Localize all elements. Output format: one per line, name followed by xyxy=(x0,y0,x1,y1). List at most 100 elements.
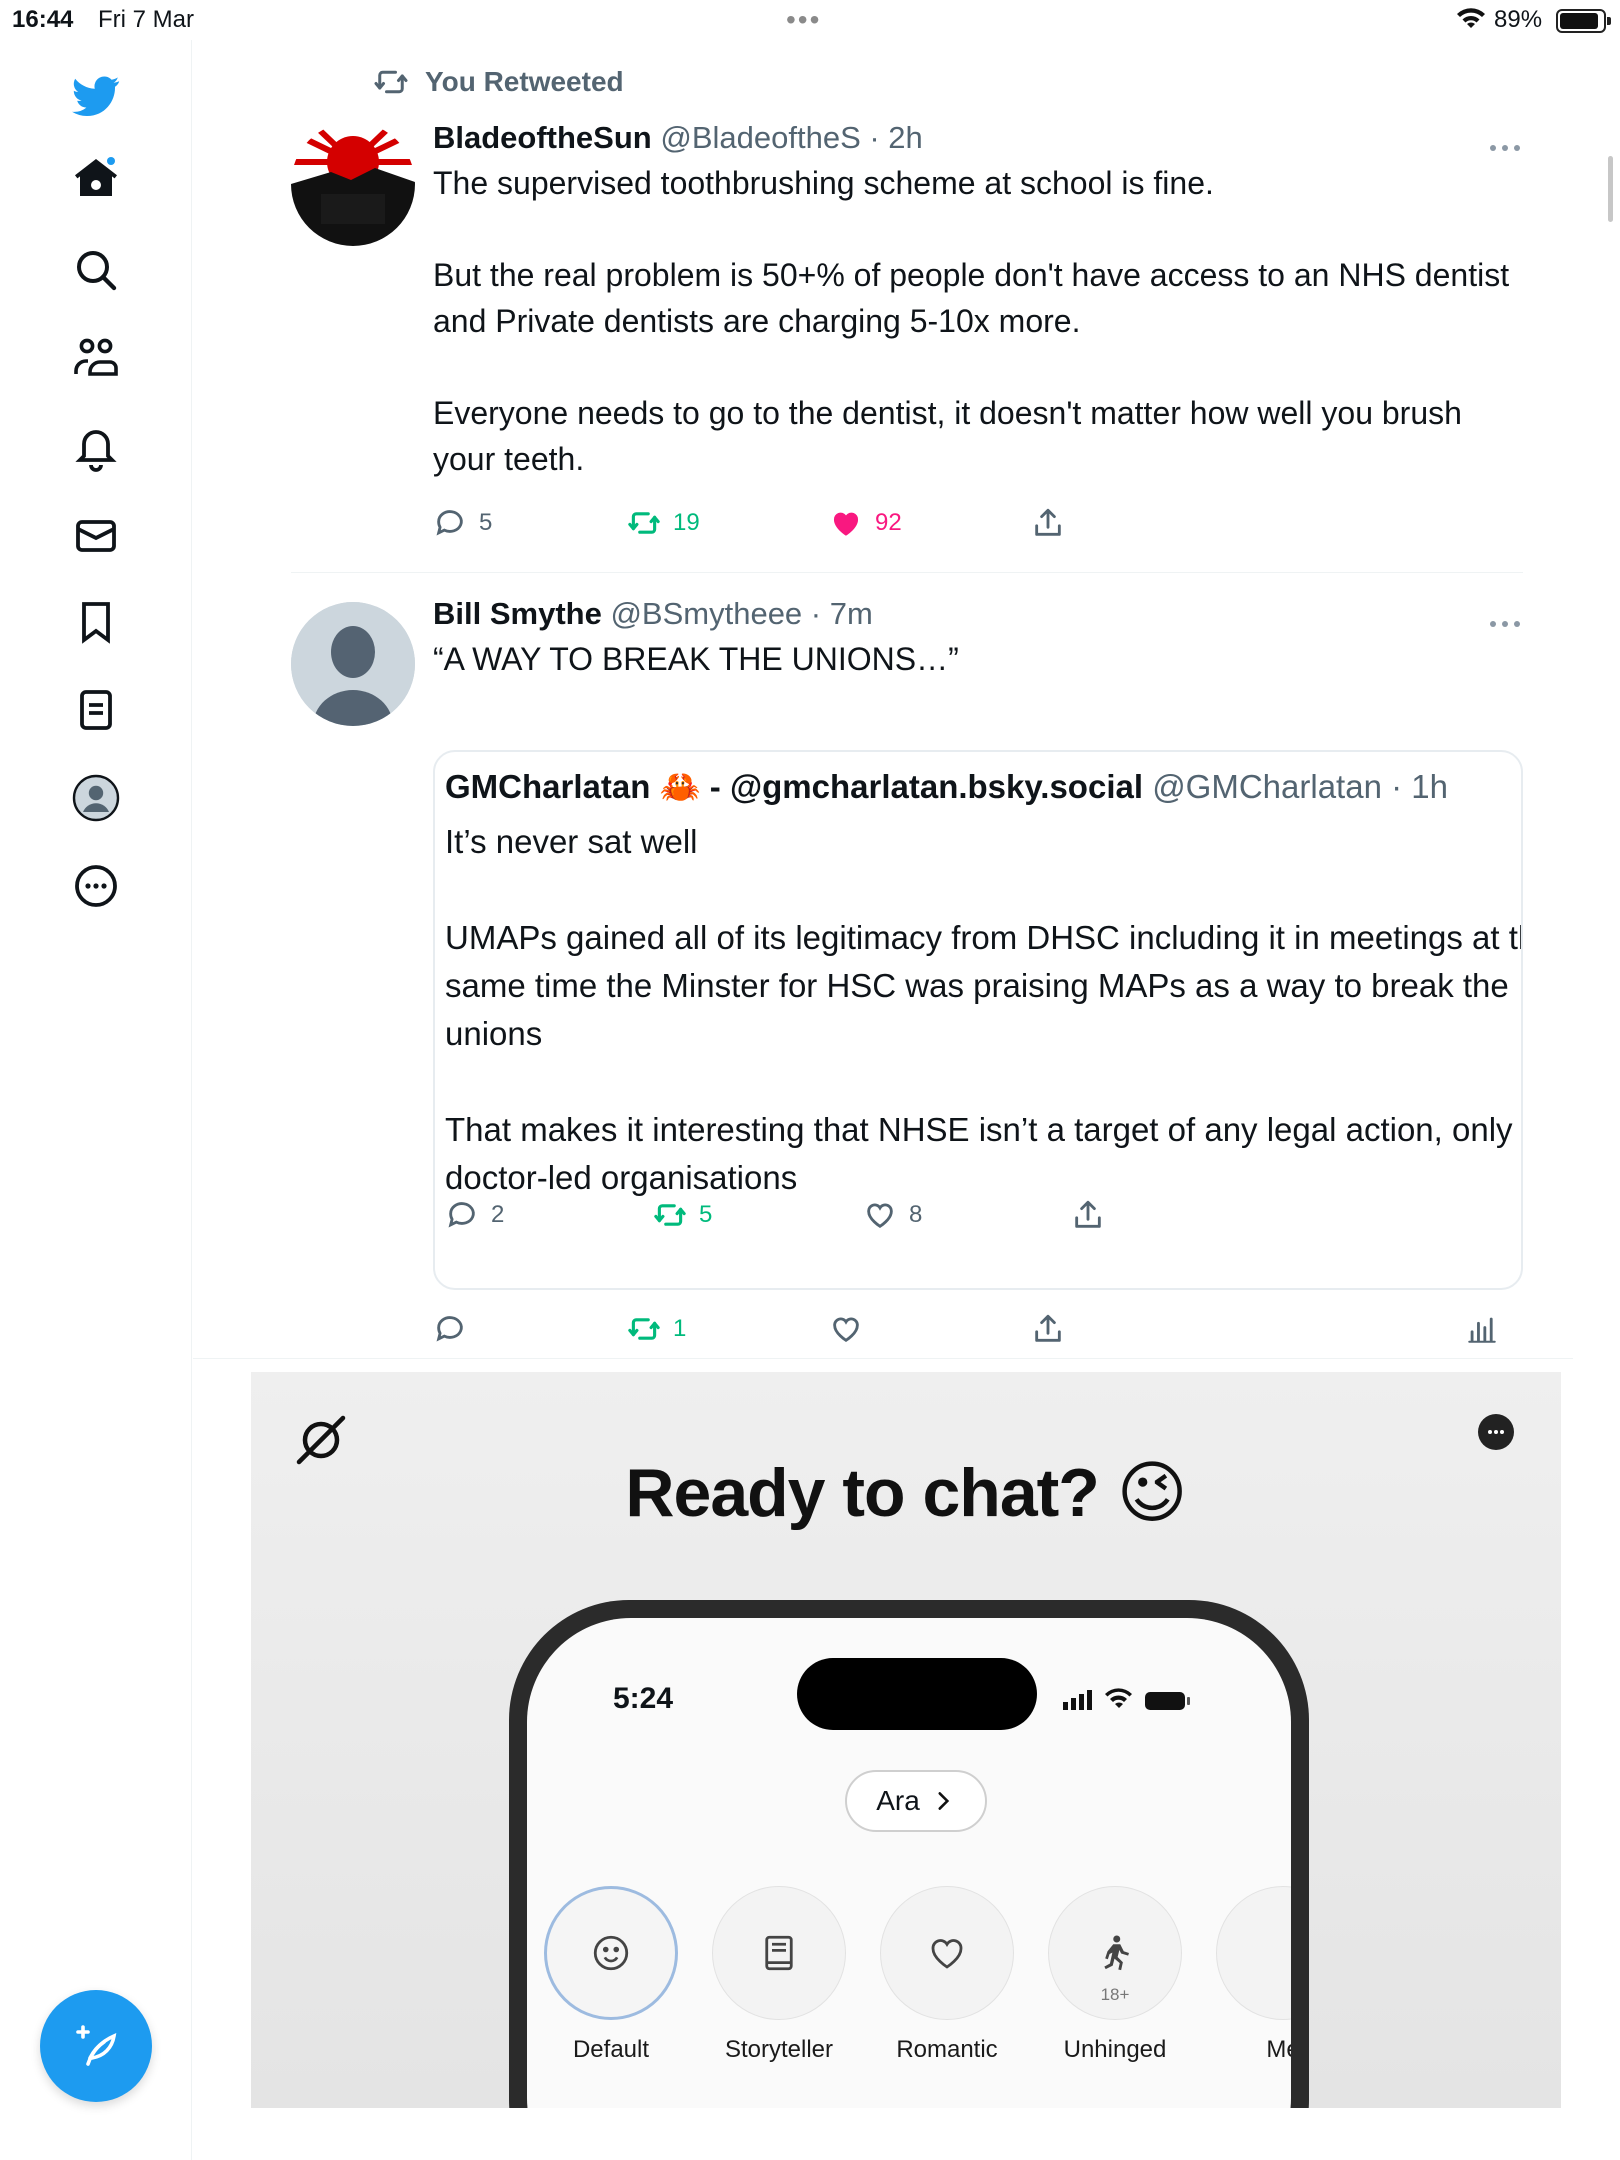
display-name[interactable]: Bill Smythe xyxy=(433,596,602,631)
promoted-ad-card[interactable]: Ready to chat? 😉 5:24 Ara Default Storyt… xyxy=(251,1372,1561,2108)
tweet-header: BladeoftheSun @BladeoftheS · 2h xyxy=(433,120,1513,156)
profile-avatar-icon[interactable] xyxy=(66,768,126,828)
more-options-icon[interactable] xyxy=(1487,614,1523,634)
reply-button[interactable] xyxy=(433,1312,479,1346)
communities-icon[interactable] xyxy=(66,328,126,388)
display-name[interactable]: BladeoftheSun xyxy=(433,120,652,155)
persona-label: Storyteller xyxy=(724,2036,834,2063)
book-icon xyxy=(765,1935,793,1971)
handle-time: @BladeoftheS · 2h xyxy=(660,120,923,155)
heart-icon xyxy=(931,1939,963,1969)
heart-filled-icon xyxy=(833,512,859,536)
dynamic-island xyxy=(797,1658,1037,1730)
quote-like-count: 8 xyxy=(909,1201,923,1228)
chevron-right-icon xyxy=(938,1792,949,1810)
persona-selector[interactable]: Ara xyxy=(845,1770,987,1832)
tweet-header: Bill Smythe @BSmytheee · 7m xyxy=(433,596,1513,632)
multitask-dots[interactable]: ••• xyxy=(786,4,821,36)
quote-reply-button[interactable]: 2 xyxy=(445,1198,504,1232)
avatar[interactable] xyxy=(291,602,415,726)
timeline: You Retweeted BladeoftheSun @BladeoftheS… xyxy=(193,40,1573,2160)
lists-icon[interactable] xyxy=(66,680,126,740)
retweet-button[interactable]: 1 xyxy=(627,1312,686,1346)
tweet-text: The supervised toothbrushing scheme at s… xyxy=(433,165,1510,477)
running-figure-icon xyxy=(1104,1935,1129,1971)
avatar[interactable] xyxy=(291,122,415,246)
wifi-icon xyxy=(1457,8,1485,28)
persona-name: Ara xyxy=(876,1785,920,1816)
quote-actions: 2 5 8 xyxy=(445,1198,1505,1238)
phone-status-icons xyxy=(1063,1688,1190,1710)
scroll-indicator[interactable] xyxy=(1608,156,1613,222)
reply-count: 5 xyxy=(479,509,493,536)
phone-mockup: 5:24 Ara Default Storyteller Romantic 18… xyxy=(509,1600,1309,2108)
search-icon[interactable] xyxy=(66,240,126,300)
smile-icon xyxy=(593,1935,629,1971)
retweet-count: 19 xyxy=(673,509,700,536)
persona-unhinged[interactable]: 18+ Unhinged xyxy=(1045,1886,1185,2064)
tweet-actions: 1 xyxy=(433,1312,1523,1352)
tweet-text: “A WAY TO BREAK THE UNIONS…” xyxy=(433,641,959,677)
quote-share-button[interactable] xyxy=(1071,1198,1105,1232)
status-date: Fri 7 Mar xyxy=(98,6,194,33)
status-time: 16:44 xyxy=(12,6,74,33)
ad-more-options-icon[interactable] xyxy=(1478,1414,1514,1450)
age-tag: 18+ xyxy=(1100,1985,1130,2004)
share-icon xyxy=(1035,1314,1061,1342)
phone-clock: 5:24 xyxy=(613,1682,674,1715)
analytics-icon xyxy=(1468,1317,1496,1343)
retweet-button[interactable]: 19 xyxy=(627,506,700,540)
persona-romantic[interactable]: Romantic xyxy=(877,1886,1017,2064)
reply-icon xyxy=(436,1316,463,1342)
tweet-divider xyxy=(291,572,1523,573)
quote-header: GMCharlatan 🦀 - @gmcharlatan.bsky.social… xyxy=(445,768,1448,807)
persona-partial[interactable]: Me xyxy=(1213,1886,1291,2064)
quoted-tweet[interactable]: GMCharlatan 🦀 - @gmcharlatan.bsky.social… xyxy=(433,750,1523,1290)
persona-label: Unhinged xyxy=(1063,2036,1167,2063)
share-icon xyxy=(1075,1200,1101,1228)
like-button[interactable] xyxy=(829,1312,875,1346)
quote-handle-time: @GMCharlatan · 1h xyxy=(1152,768,1448,805)
like-button[interactable]: 92 xyxy=(829,506,902,540)
quote-retweet-button[interactable]: 5 xyxy=(653,1198,712,1232)
more-options-icon[interactable] xyxy=(1487,138,1523,158)
quote-text: It’s never sat well UMAPs gained all of … xyxy=(445,823,1521,1196)
quote-display-name[interactable]: GMCharlatan 🦀 - @gmcharlatan.bsky.social xyxy=(445,768,1143,805)
persona-default[interactable]: Default xyxy=(541,1886,681,2064)
reply-button[interactable]: 5 xyxy=(433,506,492,540)
status-bar: 16:44 Fri 7 Mar ••• 89% xyxy=(0,0,1620,40)
avatar-logo-lettering xyxy=(321,194,385,224)
battery-percent: 89% xyxy=(1494,6,1543,33)
share-button[interactable] xyxy=(1031,1312,1065,1346)
sidebar xyxy=(0,40,192,2160)
retweet-icon xyxy=(628,512,660,534)
quote-retweet-count: 5 xyxy=(699,1201,713,1228)
envelope-icon[interactable] xyxy=(66,506,126,566)
bell-icon[interactable] xyxy=(66,418,126,478)
phone-screen: 5:24 Ara Default Storyteller Romantic 18… xyxy=(527,1618,1291,2108)
bookmark-icon[interactable] xyxy=(66,592,126,652)
reply-icon xyxy=(448,1202,475,1228)
retweet-count: 1 xyxy=(673,1315,687,1342)
compose-button[interactable] xyxy=(40,1990,152,2102)
tweet-divider xyxy=(193,1358,1573,1359)
tweet-bladeofthesun[interactable]: You Retweeted BladeoftheSun @BladeoftheS… xyxy=(291,64,1523,536)
quote-like-button[interactable]: 8 xyxy=(863,1198,922,1232)
handle-time: @BSmytheee · 7m xyxy=(610,596,873,631)
retweet-icon xyxy=(628,1318,660,1340)
persona-label: Me xyxy=(1266,2036,1291,2063)
home-icon[interactable] xyxy=(66,148,126,208)
twitter-bird-icon[interactable] xyxy=(66,66,126,126)
battery-icon xyxy=(1556,9,1611,33)
analytics-button[interactable] xyxy=(1465,1312,1499,1346)
persona-label: Default xyxy=(572,2036,650,2063)
share-button[interactable] xyxy=(1031,506,1065,540)
share-icon xyxy=(1035,508,1061,536)
tweet-bill-smythe[interactable]: Bill Smythe @BSmytheee · 7m “A WAY TO BR… xyxy=(291,596,1523,1366)
retweet-icon xyxy=(374,70,408,94)
heart-icon xyxy=(867,1203,893,1229)
reply-icon xyxy=(436,510,463,536)
ad-headline: Ready to chat? 😉 xyxy=(625,1455,1187,1531)
more-circle-icon[interactable] xyxy=(66,856,126,916)
persona-storyteller[interactable]: Storyteller xyxy=(709,1886,849,2064)
